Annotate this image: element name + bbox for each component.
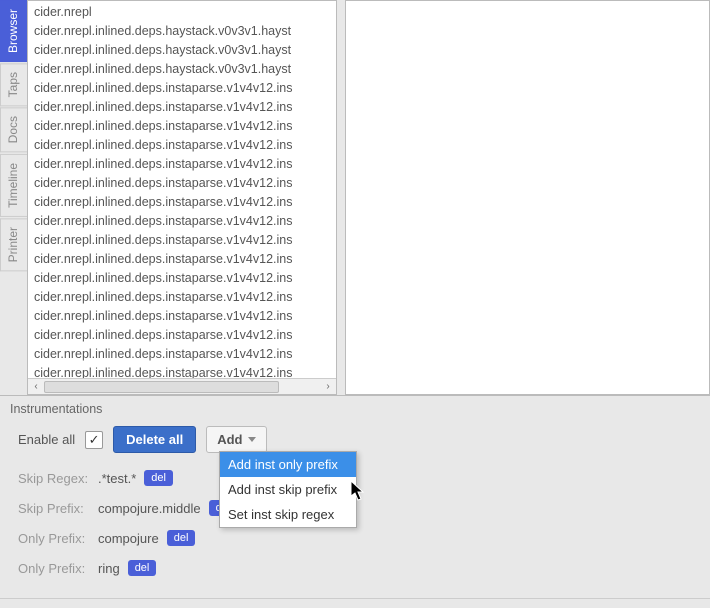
tab-docs[interactable]: Docs <box>0 107 27 152</box>
namespace-item[interactable]: cider.nrepl <box>30 3 334 22</box>
toolbar: Enable all ✓ Delete all Add <box>18 426 700 453</box>
bottom-splitter[interactable] <box>0 598 710 608</box>
namespace-item[interactable]: cider.nrepl.inlined.deps.instaparse.v1v4… <box>30 345 334 364</box>
delete-all-button[interactable]: Delete all <box>113 426 196 453</box>
chevron-down-icon <box>248 437 256 442</box>
namespace-item[interactable]: cider.nrepl.inlined.deps.instaparse.v1v4… <box>30 98 334 117</box>
namespace-item[interactable]: cider.nrepl.inlined.deps.instaparse.v1v4… <box>30 250 334 269</box>
setting-row: Skip Prefix:compojure.middledel <box>18 497 700 519</box>
setting-row: Only Prefix:ringdel <box>18 557 700 579</box>
tab-browser[interactable]: Browser <box>0 0 27 62</box>
setting-label: Only Prefix: <box>18 561 98 576</box>
settings-grid: Skip Regex:.*test.* del Skip Prefix:compoj… <box>18 467 700 579</box>
tab-taps[interactable]: Taps <box>0 63 27 106</box>
namespace-item[interactable]: cider.nrepl.inlined.deps.instaparse.v1v4… <box>30 79 334 98</box>
tab-timeline[interactable]: Timeline <box>0 154 27 217</box>
setting-label: Skip Regex: <box>18 471 98 486</box>
del-button[interactable]: del <box>167 530 196 546</box>
namespace-item[interactable]: cider.nrepl.inlined.deps.instaparse.v1v4… <box>30 136 334 155</box>
namespace-item[interactable]: cider.nrepl.inlined.deps.instaparse.v1v4… <box>30 117 334 136</box>
panel-title: Instrumentations <box>10 402 700 416</box>
menu-add-inst-skip-prefix[interactable]: Add inst skip prefix <box>220 477 356 502</box>
setting-row: Skip Regex:.*test.* del <box>18 467 700 489</box>
setting-value: .*test.* <box>98 471 136 486</box>
setting-label: Skip Prefix: <box>18 501 98 516</box>
enable-all-label: Enable all <box>18 432 75 447</box>
main-area: Browser Taps Docs Timeline Printer cider… <box>0 0 710 395</box>
namespace-item[interactable]: cider.nrepl.inlined.deps.instaparse.v1v4… <box>30 307 334 326</box>
namespace-item[interactable]: cider.nrepl.inlined.deps.instaparse.v1v4… <box>30 174 334 193</box>
scroll-left-arrow[interactable]: ‹ <box>28 380 44 394</box>
namespace-item[interactable]: cider.nrepl.inlined.deps.haystack.v0v3v1… <box>30 41 334 60</box>
namespace-item[interactable]: cider.nrepl.inlined.deps.instaparse.v1v4… <box>30 231 334 250</box>
namespace-item[interactable]: cider.nrepl.inlined.deps.instaparse.v1v4… <box>30 269 334 288</box>
namespace-item[interactable]: cider.nrepl.inlined.deps.instaparse.v1v4… <box>30 155 334 174</box>
del-button[interactable]: del <box>144 470 173 486</box>
horizontal-scrollbar[interactable]: ‹ › <box>28 378 336 394</box>
namespace-item[interactable]: cider.nrepl.inlined.deps.instaparse.v1v4… <box>30 326 334 345</box>
add-button[interactable]: Add <box>206 426 267 453</box>
namespace-item[interactable]: cider.nrepl.inlined.deps.instaparse.v1v4… <box>30 288 334 307</box>
setting-label: Only Prefix: <box>18 531 98 546</box>
namespace-list[interactable]: cider.nreplcider.nrepl.inlined.deps.hays… <box>28 1 336 378</box>
namespace-item[interactable]: cider.nrepl.inlined.deps.instaparse.v1v4… <box>30 193 334 212</box>
namespace-item[interactable]: cider.nrepl.inlined.deps.instaparse.v1v4… <box>30 364 334 378</box>
add-dropdown-menu: Add inst only prefix Add inst skip prefi… <box>219 451 357 528</box>
scroll-track[interactable] <box>44 381 320 393</box>
menu-set-inst-skip-regex[interactable]: Set inst skip regex <box>220 502 356 527</box>
namespace-item[interactable]: cider.nrepl.inlined.deps.haystack.v0v3v1… <box>30 60 334 79</box>
del-button[interactable]: del <box>128 560 157 576</box>
menu-add-inst-only-prefix[interactable]: Add inst only prefix <box>220 452 356 477</box>
scroll-right-arrow[interactable]: › <box>320 380 336 394</box>
setting-value: compojure <box>98 531 159 546</box>
setting-row: Only Prefix:compojure del <box>18 527 700 549</box>
scroll-thumb[interactable] <box>44 381 279 393</box>
add-button-label: Add <box>217 432 242 447</box>
setting-value: compojure.middle <box>98 501 201 516</box>
namespace-item[interactable]: cider.nrepl.inlined.deps.instaparse.v1v4… <box>30 212 334 231</box>
namespace-item[interactable]: cider.nrepl.inlined.deps.haystack.v0v3v1… <box>30 22 334 41</box>
setting-value: ring <box>98 561 120 576</box>
tab-printer[interactable]: Printer <box>0 218 27 271</box>
enable-all-checkbox[interactable]: ✓ <box>85 431 103 449</box>
detail-panel <box>345 0 710 395</box>
side-tabs: Browser Taps Docs Timeline Printer <box>0 0 27 395</box>
namespace-list-panel: cider.nreplcider.nrepl.inlined.deps.hays… <box>27 0 337 395</box>
